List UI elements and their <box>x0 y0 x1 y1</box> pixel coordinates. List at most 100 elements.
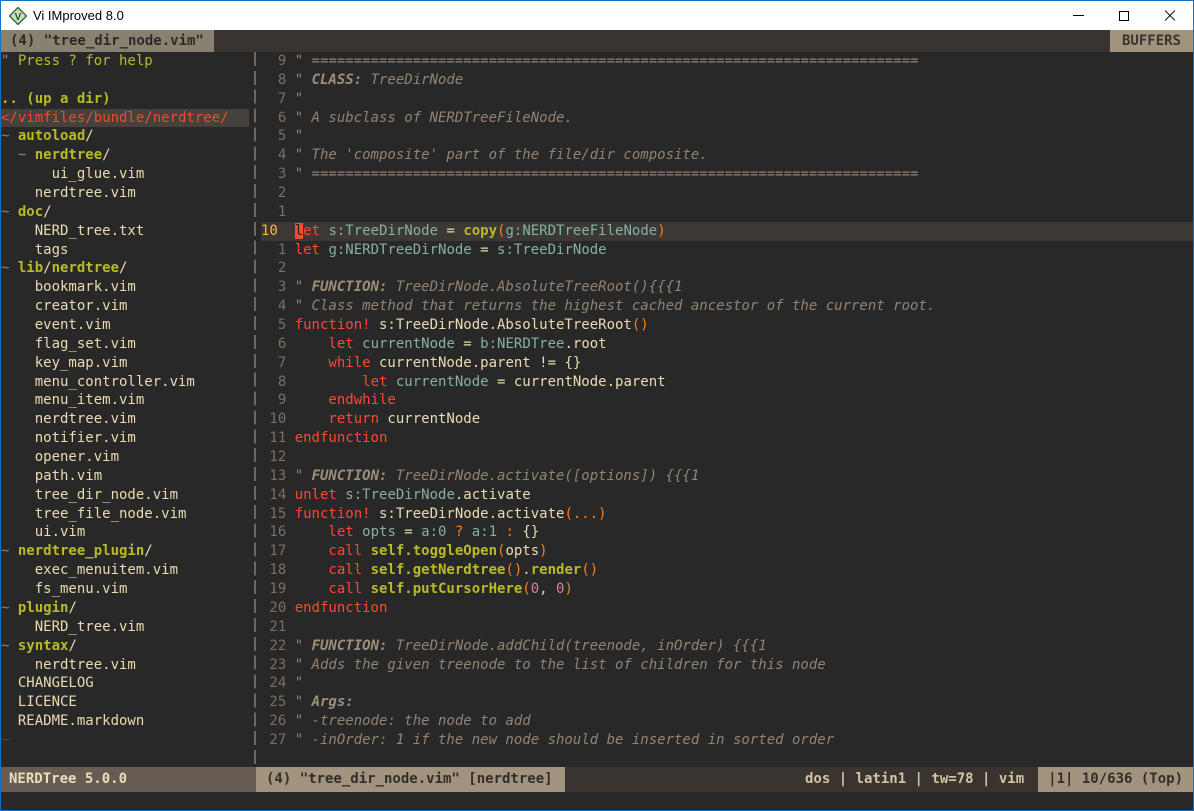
code-line[interactable]: 20endfunction <box>261 599 1193 618</box>
code-line[interactable]: 4" Class method that returns the highest… <box>261 297 1193 316</box>
code-line[interactable]: 14unlet s:TreeDirNode.activate <box>261 486 1193 505</box>
code-line[interactable]: 2 <box>261 184 1193 203</box>
tree-item[interactable]: key_map.vim <box>1 354 249 373</box>
code-line[interactable]: 7 while currentNode.parent != {} <box>261 354 1193 373</box>
tree-item[interactable]: flag_set.vim <box>1 335 249 354</box>
line-number: 20 <box>261 599 286 618</box>
code-line[interactable]: 23" Adds the given treenode to the list … <box>261 656 1193 675</box>
code-line[interactable]: 1let g:NERDTreeDirNode = s:TreeDirNode <box>261 241 1193 260</box>
line-number: 1 <box>261 203 286 222</box>
line-number: 5 <box>261 316 286 335</box>
code-line[interactable]: 19 call self.putCursorHere(0, 0) <box>261 580 1193 599</box>
code-line[interactable]: 15function! s:TreeDirNode.activate(...) <box>261 505 1193 524</box>
close-button[interactable] <box>1147 1 1193 30</box>
titlebar[interactable]: V Vi IMproved 8.0 <box>1 1 1193 30</box>
tree-item[interactable]: notifier.vim <box>1 429 249 448</box>
code-line[interactable]: 5function! s:TreeDirNode.AbsoluteTreeRoo… <box>261 316 1193 335</box>
tree-item[interactable]: ui_glue.vim <box>1 165 249 184</box>
code-line[interactable]: 21 <box>261 618 1193 637</box>
minimize-button[interactable] <box>1055 1 1101 30</box>
code-line-current[interactable]: 10let s:TreeDirNode = copy(g:NERDTreeFil… <box>261 222 1193 241</box>
line-number: 13 <box>261 467 286 486</box>
code-line[interactable]: 3" FUNCTION: TreeDirNode.AbsoluteTreeRoo… <box>261 278 1193 297</box>
tree-item[interactable]: fs_menu.vim <box>1 580 249 599</box>
tree-item[interactable]: menu_controller.vim <box>1 373 249 392</box>
tree-item[interactable]: .. (up a dir) <box>1 90 249 109</box>
code-line[interactable]: 8" CLASS: TreeDirNode <box>261 71 1193 90</box>
command-line[interactable] <box>1 792 1193 810</box>
line-number: 12 <box>261 448 286 467</box>
code-line[interactable]: 3" =====================================… <box>261 165 1193 184</box>
code-line[interactable]: 6 let currentNode = b:NERDTree.root <box>261 335 1193 354</box>
vim-window: V Vi IMproved 8.0 (4) "tree_dir_node.vim… <box>0 0 1194 811</box>
code-line[interactable]: 9 endwhile <box>261 391 1193 410</box>
tree-item[interactable]: " Press ? for help <box>1 52 249 71</box>
tab-active-buffer[interactable]: (4) "tree_dir_node.vim" <box>1 30 214 52</box>
tree-item[interactable]: ~ doc/ <box>1 203 249 222</box>
code-line[interactable]: 4" The 'composite' part of the file/dir … <box>261 146 1193 165</box>
tree-item[interactable]: nerdtree.vim <box>1 410 249 429</box>
statusline-fileinfo: dos | latin1 | tw=78 | vim <box>805 767 1038 792</box>
code-line[interactable]: 16 let opts = a:0 ? a:1 : {} <box>261 523 1193 542</box>
code-line[interactable]: 22" FUNCTION: TreeDirNode.addChild(treen… <box>261 637 1193 656</box>
code-line[interactable]: 6" A subclass of NERDTreeFileNode. <box>261 109 1193 128</box>
tree-item[interactable]: ~ lib/nerdtree/ <box>1 259 249 278</box>
code-line[interactable]: 26" -treenode: the node to add <box>261 712 1193 731</box>
code-line[interactable]: 18 call self.getNerdtree().render() <box>261 561 1193 580</box>
code-line[interactable]: 27" -inOrder: 1 if the new node should b… <box>261 731 1193 750</box>
code-line[interactable]: 7" <box>261 90 1193 109</box>
tree-item[interactable]: tags <box>1 241 249 260</box>
tree-item[interactable]: creator.vim <box>1 297 249 316</box>
tree-item[interactable] <box>1 71 249 90</box>
tree-item[interactable]: ~ nerdtree/ <box>1 146 249 165</box>
tree-item[interactable]: tree_dir_node.vim <box>1 486 249 505</box>
code-line[interactable]: 10 return currentNode <box>261 410 1193 429</box>
tree-item[interactable]: NERD_tree.vim <box>1 618 249 637</box>
code-line[interactable]: 24" <box>261 674 1193 693</box>
line-number: 24 <box>261 674 286 693</box>
tree-item[interactable]: nerdtree.vim <box>1 656 249 675</box>
line-number: 7 <box>261 90 286 109</box>
tree-item[interactable]: ~ nerdtree_plugin/ <box>1 542 249 561</box>
code-line[interactable]: 12 <box>261 448 1193 467</box>
tree-item[interactable]: nerdtree.vim <box>1 184 249 203</box>
line-number: 1 <box>261 241 286 260</box>
window-separator[interactable] <box>249 52 261 767</box>
tree-root-line[interactable]: </vimfiles/bundle/nerdtree/ <box>1 109 249 128</box>
line-number: 10 <box>261 222 286 241</box>
code-line[interactable]: 11endfunction <box>261 429 1193 448</box>
statusline: NERDTree 5.0.0 (4) "tree_dir_node.vim" [… <box>1 767 1193 792</box>
line-number: 8 <box>261 373 286 392</box>
maximize-button[interactable] <box>1101 1 1147 30</box>
line-number: 5 <box>261 127 286 146</box>
tree-item[interactable]: NERD_tree.txt <box>1 222 249 241</box>
code-line[interactable]: 1 <box>261 203 1193 222</box>
code-line[interactable]: 17 call self.toggleOpen(opts) <box>261 542 1193 561</box>
code-line[interactable]: 8 let currentNode = currentNode.parent <box>261 373 1193 392</box>
tree-item[interactable]: README.markdown <box>1 712 249 731</box>
line-number: 3 <box>261 278 286 297</box>
tree-item[interactable]: tree_file_node.vim <box>1 505 249 524</box>
tree-item[interactable]: exec_menuitem.vim <box>1 561 249 580</box>
line-number: 9 <box>261 391 286 410</box>
tree-item[interactable]: ~ autoload/ <box>1 127 249 146</box>
code-line[interactable]: 25" Args: <box>261 693 1193 712</box>
tree-item[interactable]: CHANGELOG <box>1 674 249 693</box>
tree-item[interactable]: event.vim <box>1 316 249 335</box>
tree-item[interactable]: ~ plugin/ <box>1 599 249 618</box>
code-line[interactable]: 13" FUNCTION: TreeDirNode.activate([opti… <box>261 467 1193 486</box>
tree-item[interactable]: bookmark.vim <box>1 278 249 297</box>
tree-item[interactable]: ~ <box>1 731 249 750</box>
tree-item[interactable]: menu_item.vim <box>1 391 249 410</box>
tree-item[interactable]: opener.vim <box>1 448 249 467</box>
tree-item[interactable]: LICENCE <box>1 693 249 712</box>
tree-item[interactable]: ~ syntax/ <box>1 637 249 656</box>
line-number: 16 <box>261 523 286 542</box>
code-line[interactable]: 2 <box>261 259 1193 278</box>
tree-item[interactable]: path.vim <box>1 467 249 486</box>
tree-item[interactable]: ui.vim <box>1 523 249 542</box>
code-line[interactable]: 5" <box>261 127 1193 146</box>
code-line[interactable]: 9" =====================================… <box>261 52 1193 71</box>
tabline: (4) "tree_dir_node.vim" BUFFERS <box>1 30 1193 52</box>
editor-area: " Press ? for help .. (up a dir)</vimfile… <box>1 52 1193 767</box>
